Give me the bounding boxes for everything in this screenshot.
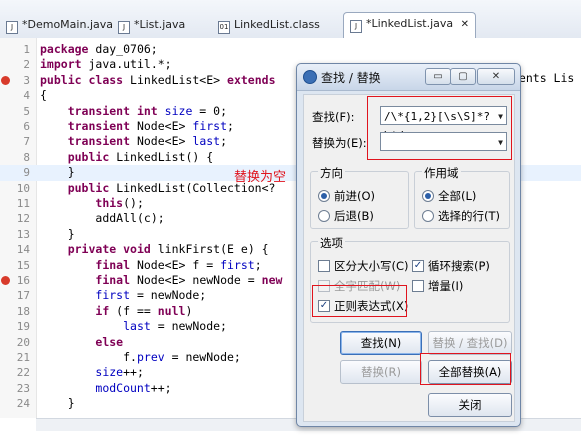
- code-text: public class LinkedList<E> extends: [40, 72, 276, 87]
- highlight-regex-option: [312, 285, 407, 317]
- code-text: transient Node<E> last;: [67, 134, 228, 149]
- code-text: }: [40, 165, 75, 180]
- incremental-label[interactable]: 增量(I): [428, 278, 463, 294]
- line-number: 2: [23, 58, 30, 72]
- tab-linkedlist-java[interactable]: J *LinkedList.java ✕: [343, 12, 477, 38]
- line-number: 7: [23, 135, 30, 149]
- line-number: 4: [23, 89, 30, 103]
- find-label: 查找(F):: [312, 110, 355, 124]
- incremental-checkbox[interactable]: [412, 280, 424, 292]
- tab-demomain[interactable]: J *DemoMain.java: [0, 14, 119, 36]
- error-marker-icon[interactable]: [1, 75, 10, 85]
- line-number: 12: [16, 212, 30, 226]
- find-button[interactable]: 查找(N): [340, 331, 422, 355]
- replace-find-button: 替换 / 查找(D): [428, 331, 512, 355]
- tab-linkedlist-class[interactable]: 01 LinkedList.class: [212, 14, 326, 36]
- java-file-icon: J: [6, 21, 18, 34]
- direction-forward-label[interactable]: 前进(O): [334, 188, 375, 204]
- line-number: 10: [16, 181, 30, 195]
- code-text: {: [40, 88, 47, 103]
- line-number: 9: [23, 166, 30, 180]
- code-overflow-fragment: ments Lis: [512, 71, 575, 85]
- class-file-icon: 01: [218, 21, 230, 34]
- direction-backward-label[interactable]: 后退(B): [334, 208, 374, 224]
- line-number: 11: [16, 197, 30, 210]
- wrap-search-label[interactable]: 循环搜索(P): [428, 258, 490, 274]
- options-title: 选项: [318, 235, 345, 251]
- direction-forward-radio[interactable]: [318, 190, 330, 202]
- scope-all-radio[interactable]: [422, 190, 434, 202]
- code-text: if (f == null): [95, 303, 193, 318]
- code-text: first = newNode;: [95, 288, 207, 303]
- line-number: 15: [16, 258, 30, 272]
- editor-tab-bar: J *DemoMain.java J *List.java 01 LinkedList…: [0, 0, 581, 39]
- dialog-title-bar[interactable]: 查找 / 替换 ▭ ▢ ✕: [297, 64, 520, 91]
- close-button[interactable]: 关闭: [428, 393, 512, 417]
- tab-label: LinkedList.class: [234, 18, 320, 31]
- tab-label: *LinkedList.java: [366, 17, 454, 30]
- code-text: public LinkedList() {: [67, 149, 214, 164]
- code-text: final Node<E> f = first;: [95, 257, 262, 272]
- code-text: package day_0706;: [40, 42, 158, 56]
- tab-label: *List.java: [134, 18, 186, 31]
- code-text: transient Node<E> first;: [67, 119, 234, 133]
- line-number: 21: [16, 351, 30, 364]
- line-number: 18: [16, 304, 30, 318]
- scope-title: 作用域: [422, 165, 461, 181]
- code-text: else: [95, 334, 124, 349]
- line-number: 6: [23, 120, 30, 133]
- error-marker-icon[interactable]: [1, 276, 10, 285]
- case-sensitive-label[interactable]: 区分大小写(C): [334, 258, 409, 274]
- code-text: last = newNode;: [123, 319, 227, 334]
- line-number: 1: [23, 43, 30, 56]
- close-tab-icon[interactable]: ✕: [461, 19, 469, 30]
- line-number: 19: [16, 320, 30, 334]
- line-number: 13: [16, 227, 30, 241]
- tab-list[interactable]: J *List.java: [112, 14, 191, 36]
- direction-title: 方向: [318, 165, 345, 181]
- line-number: 14: [16, 243, 30, 257]
- code-text: f.prev = newNode;: [123, 350, 241, 364]
- line-number: 17: [16, 289, 30, 303]
- tab-label: *DemoMain.java: [22, 18, 113, 31]
- line-number: 22: [16, 366, 30, 380]
- replace-label: 替换为(E):: [312, 136, 367, 150]
- scope-selected-radio[interactable]: [422, 210, 434, 222]
- code-line[interactable]: 1 package day_0706;: [0, 42, 581, 57]
- code-text: addAll(c);: [95, 211, 165, 226]
- highlight-find-replace-fields: [367, 96, 512, 160]
- code-text: import java.util.*;: [40, 57, 172, 72]
- line-number: 24: [16, 397, 30, 411]
- case-sensitive-checkbox[interactable]: [318, 260, 330, 272]
- line-number: 5: [23, 104, 30, 118]
- close-window-button[interactable]: ✕: [477, 68, 515, 85]
- code-text: }: [40, 396, 75, 411]
- code-text: modCount++;: [95, 380, 172, 395]
- minimize-button[interactable]: ▭: [425, 68, 451, 85]
- code-text: this();: [95, 196, 144, 210]
- wrap-search-checkbox[interactable]: ✓: [412, 260, 424, 272]
- code-text: transient int size = 0;: [67, 103, 228, 118]
- code-text: size++;: [95, 365, 144, 380]
- code-text: final Node<E> newNode = new: [95, 273, 283, 287]
- direction-backward-radio[interactable]: [318, 210, 330, 222]
- java-file-icon: J: [118, 21, 130, 34]
- scope-selected-label[interactable]: 选择的行(T): [438, 208, 500, 224]
- highlight-replace-all: [420, 353, 511, 385]
- replace-button: 替换(R): [340, 360, 422, 384]
- annotation-replace-with-empty: 替换为空: [234, 170, 287, 185]
- java-file-icon: J: [350, 20, 362, 33]
- scope-all-label[interactable]: 全部(L): [438, 188, 476, 204]
- code-text: }: [40, 226, 75, 241]
- line-number: 8: [23, 150, 30, 164]
- code-text: private void linkFirst(E e) {: [67, 242, 269, 257]
- search-icon: [303, 70, 317, 84]
- line-number: 20: [16, 335, 30, 349]
- maximize-button[interactable]: ▢: [450, 68, 476, 85]
- line-number: 23: [16, 381, 30, 395]
- dialog-title: 查找 / 替换: [321, 71, 381, 85]
